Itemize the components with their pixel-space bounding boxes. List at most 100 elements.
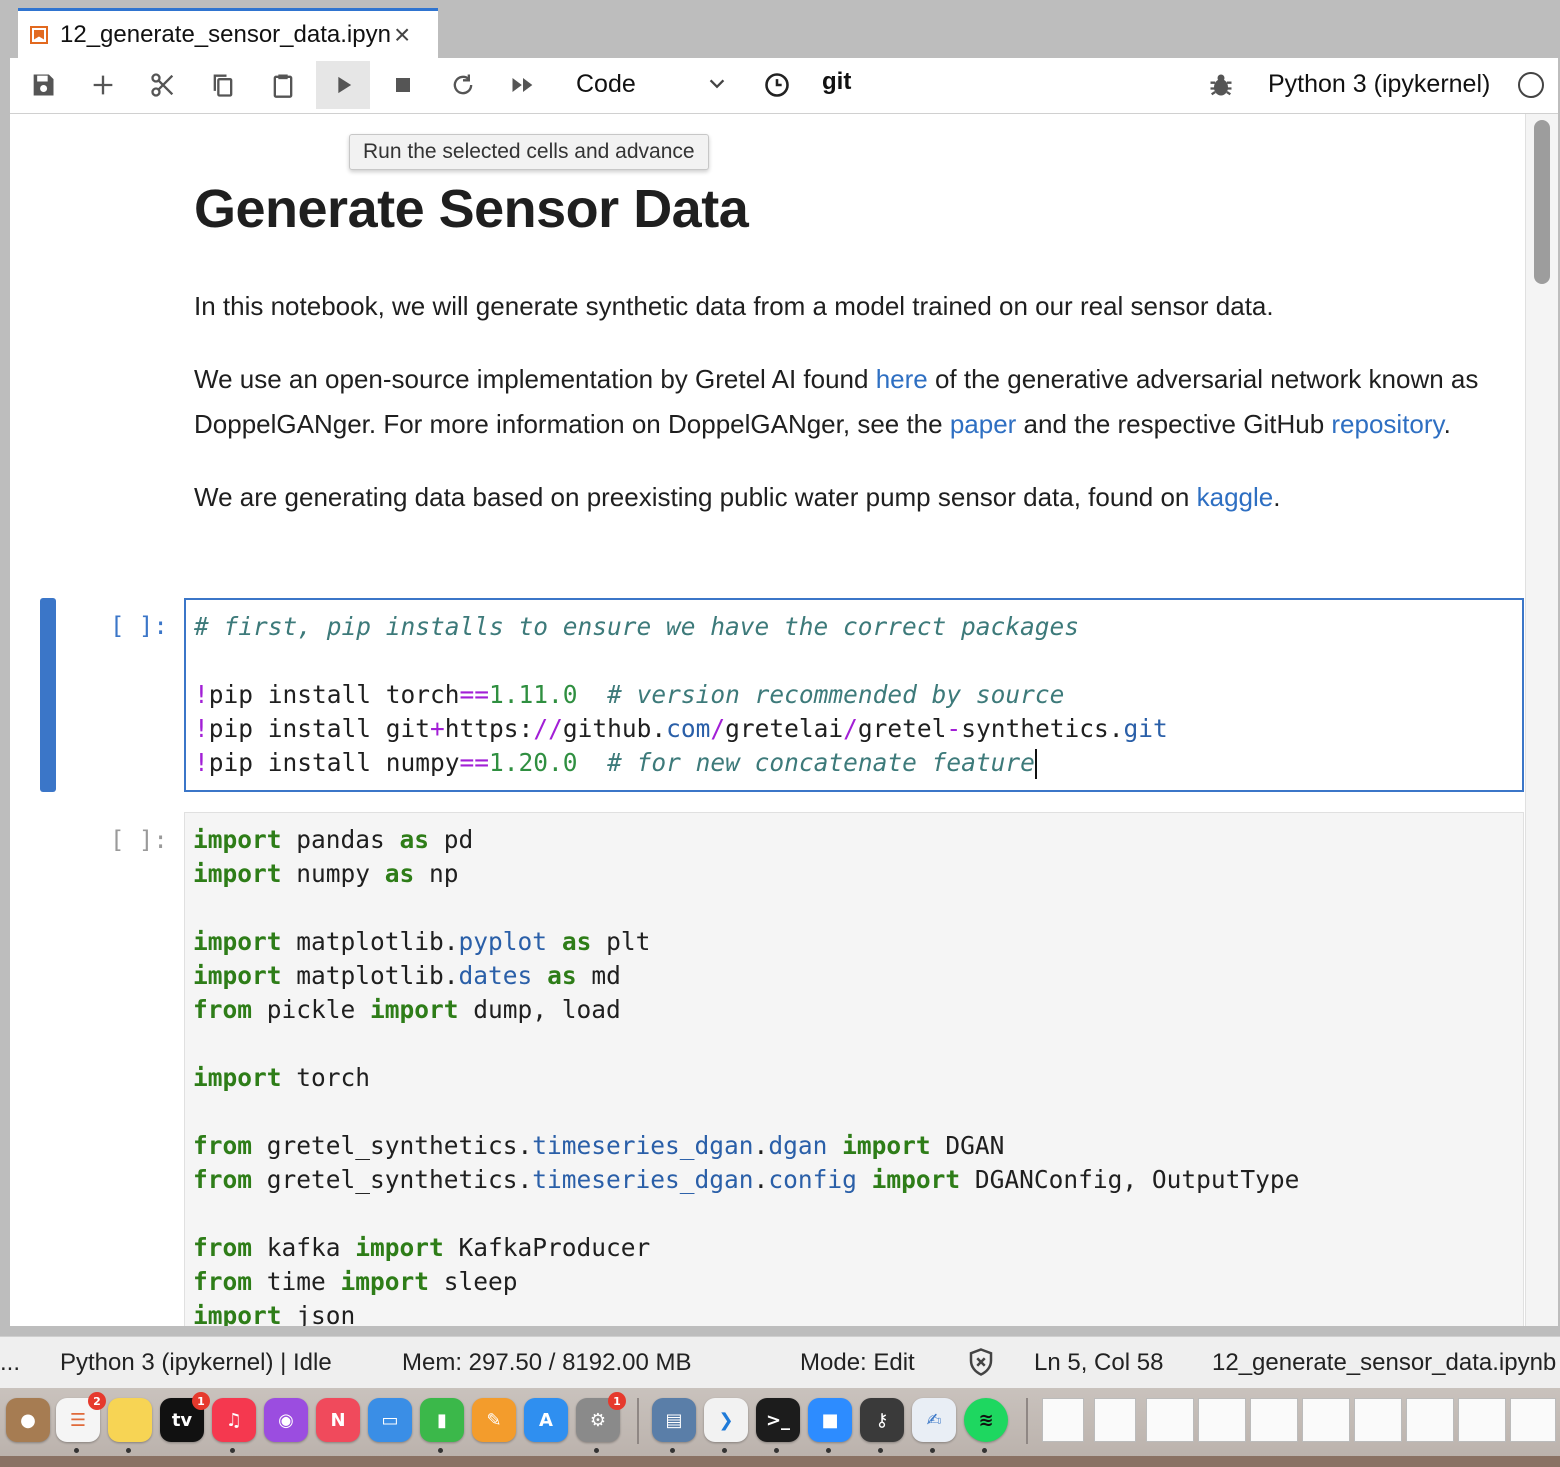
scissors-icon — [151, 73, 174, 97]
recent-document-icon[interactable] — [1354, 1398, 1402, 1442]
zoom-app-icon[interactable]: ■ — [808, 1398, 852, 1442]
cell-type-select[interactable]: Code — [576, 70, 636, 99]
news-app-icon[interactable]: N — [316, 1398, 360, 1442]
restart-kernel-button[interactable] — [436, 61, 490, 109]
paper-link[interactable]: paper — [950, 409, 1017, 439]
code-token: 1.20.0 — [489, 748, 578, 777]
running-indicator — [74, 1448, 79, 1453]
code-token: pip install torch — [208, 680, 460, 709]
recent-document-icon[interactable] — [1510, 1398, 1556, 1442]
notes-app-icon[interactable] — [108, 1398, 152, 1442]
recent-document-icon[interactable] — [1198, 1398, 1246, 1442]
clipboard-icon — [273, 74, 293, 98]
recent-document-icon[interactable] — [1250, 1398, 1298, 1442]
code-token: pip install numpy — [208, 748, 460, 777]
podcasts-app-icon[interactable]: ◉ — [264, 1398, 308, 1442]
textedit-app-icon[interactable]: ✍ — [912, 1398, 956, 1442]
reminders-app-icon[interactable]: ☰ 2 — [56, 1392, 106, 1442]
recent-document-icon[interactable] — [1406, 1398, 1454, 1442]
restart-run-all-button[interactable] — [496, 61, 550, 109]
history-button[interactable] — [750, 61, 804, 109]
png-file-icon[interactable] — [1042, 1398, 1084, 1442]
code-token: pandas — [281, 825, 400, 854]
jpg-file-icon[interactable] — [1094, 1398, 1136, 1442]
code-token: dgan — [768, 1131, 828, 1160]
shield-icon[interactable] — [966, 1347, 996, 1377]
code-keyword: as — [561, 927, 592, 956]
code-token: pyplot — [458, 927, 548, 956]
code-keyword: import — [370, 995, 459, 1024]
running-indicator — [670, 1448, 675, 1453]
running-indicator — [930, 1448, 935, 1453]
keynote-app-icon[interactable]: ▭ — [368, 1398, 412, 1442]
code-cell[interactable]: [ ]: import pandas as pd import numpy as … — [10, 812, 1524, 1326]
copy-button[interactable] — [196, 61, 250, 109]
code-editor[interactable]: import pandas as pd import numpy as np imp… — [184, 812, 1524, 1326]
code-token: com — [666, 714, 711, 743]
paragraph-text: . — [1443, 409, 1451, 439]
code-keyword: as — [384, 859, 415, 888]
notebook-toolbar: Code git Python 3 (ipykernel) — [10, 58, 1558, 114]
stop-icon — [396, 78, 410, 92]
bug-icon — [1210, 74, 1232, 96]
code-editor[interactable]: # first, pip installs to ensure we have … — [184, 598, 1524, 792]
vscode-app-icon[interactable]: ❯ — [704, 1398, 748, 1442]
code-token: pickle — [252, 995, 371, 1024]
here-link[interactable]: here — [876, 364, 928, 394]
markdown-cell[interactable]: Generate Sensor Data In this notebook, w… — [194, 178, 1494, 520]
kernel-name-button[interactable]: Python 3 (ipykernel) — [1268, 70, 1490, 99]
close-icon[interactable]: × — [394, 20, 410, 49]
git-button[interactable]: git — [822, 68, 851, 96]
cursor-position[interactable]: Ln 5, Col 58 — [1034, 1349, 1163, 1377]
pages-app-icon[interactable]: ✎ — [472, 1398, 516, 1442]
kaggle-link[interactable]: kaggle — [1197, 482, 1274, 512]
save-button[interactable] — [16, 61, 70, 109]
insert-cell-button[interactable] — [76, 61, 130, 109]
code-token: https: — [444, 714, 534, 743]
app-store-icon[interactable]: A — [524, 1398, 568, 1442]
running-indicator — [230, 1448, 235, 1453]
repository-link[interactable]: repository — [1331, 409, 1443, 439]
recent-document-icon[interactable] — [1458, 1398, 1506, 1442]
terminal-app-icon[interactable]: >_ — [756, 1398, 800, 1442]
code-token: == — [459, 680, 490, 709]
code-token: 1.11.0 — [489, 680, 578, 709]
recent-document-icon[interactable] — [1302, 1398, 1350, 1442]
cell-collapser[interactable] — [40, 598, 56, 792]
scrollbar-thumb[interactable] — [1534, 120, 1550, 284]
recent-document-icon[interactable] — [1146, 1398, 1194, 1442]
paste-button[interactable] — [256, 61, 310, 109]
cut-button[interactable] — [136, 61, 190, 109]
notebook-scrollbar[interactable] — [1525, 114, 1558, 1326]
keychain-app-icon[interactable]: ⚷ — [860, 1398, 904, 1442]
debugger-button[interactable] — [1194, 61, 1248, 109]
implementation-paragraph: We use an open-source implementation by … — [194, 357, 1494, 447]
code-token: dates — [458, 961, 533, 990]
tv-app-icon[interactable]: tv 1 — [160, 1392, 210, 1442]
code-keyword: import — [193, 1301, 282, 1326]
kernel-status[interactable]: Python 3 (ipykernel) | Idle — [60, 1349, 332, 1377]
paragraph-text: We use an open-source implementation by … — [194, 364, 876, 394]
plus-icon — [93, 75, 113, 95]
code-token: // — [533, 714, 563, 743]
contacts-app-icon[interactable]: ● — [6, 1398, 50, 1442]
system-settings-icon[interactable]: ⚙ 1 — [576, 1392, 626, 1442]
code-token: . — [753, 1165, 769, 1194]
code-cell-active[interactable]: [ ]: # first, pip installs to ensure we … — [10, 598, 1524, 792]
numbers-app-icon[interactable]: ▮ — [420, 1398, 464, 1442]
run-button[interactable] — [316, 61, 370, 109]
notebook-panel: Generate Sensor Data In this notebook, w… — [10, 114, 1558, 1326]
preview-app-icon[interactable]: ▤ — [652, 1398, 696, 1442]
code-keyword: import — [193, 961, 282, 990]
notebook-heading: Generate Sensor Data — [194, 179, 749, 239]
spotify-app-icon[interactable]: ≋ — [964, 1398, 1008, 1442]
music-app-icon[interactable]: ♫ — [212, 1398, 256, 1442]
chevron-down-icon[interactable] — [706, 73, 728, 95]
code-token: kafka — [252, 1233, 356, 1262]
interrupt-kernel-button[interactable] — [376, 61, 430, 109]
kernel-status-icon — [1518, 72, 1544, 98]
code-keyword: import — [871, 1165, 961, 1194]
paragraph-text: . — [1273, 482, 1281, 512]
notebook-tab[interactable]: 12_generate_sensor_data.ipynb × — [18, 8, 438, 58]
